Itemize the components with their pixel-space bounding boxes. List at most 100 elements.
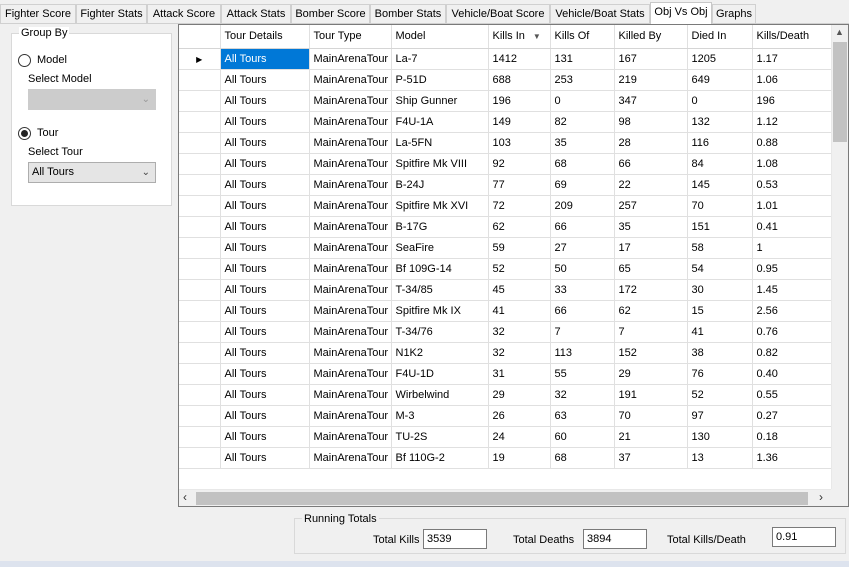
tour-radio[interactable] bbox=[18, 127, 31, 140]
table-cell[interactable]: MainArenaTour bbox=[309, 279, 392, 301]
table-cell[interactable]: 27 bbox=[550, 237, 615, 259]
tab-fighter-stats[interactable]: Fighter Stats bbox=[76, 4, 147, 23]
table-cell[interactable]: MainArenaTour bbox=[309, 426, 392, 448]
table-cell[interactable]: 38 bbox=[687, 342, 753, 364]
table-cell[interactable]: All Tours bbox=[220, 300, 310, 322]
total-kills-field[interactable]: 3539 bbox=[423, 529, 487, 549]
table-cell[interactable]: 1.01 bbox=[752, 195, 833, 217]
table-cell[interactable]: 45 bbox=[488, 279, 551, 301]
table-cell[interactable]: Bf 109G-14 bbox=[391, 258, 489, 280]
table-cell[interactable]: 7 bbox=[614, 321, 688, 343]
table-cell[interactable]: MainArenaTour bbox=[309, 90, 392, 112]
table-cell[interactable]: 130 bbox=[687, 426, 753, 448]
table-cell[interactable]: F4U-1D bbox=[391, 363, 489, 385]
table-cell[interactable]: SeaFire bbox=[391, 237, 489, 259]
table-cell[interactable]: 58 bbox=[687, 237, 753, 259]
table-cell[interactable]: 152 bbox=[614, 342, 688, 364]
table-row[interactable]: All Tours MainArenaTour Spitfire Mk XVI 72 2… bbox=[179, 195, 833, 217]
tab-fighter-score[interactable]: Fighter Score bbox=[0, 4, 76, 23]
table-cell[interactable]: 1.17 bbox=[752, 48, 833, 70]
table-cell[interactable]: 77 bbox=[488, 174, 551, 196]
tab-graphs[interactable]: Graphs bbox=[712, 4, 756, 23]
table-cell[interactable]: 29 bbox=[488, 384, 551, 406]
tour-radio-label[interactable]: Tour bbox=[37, 127, 58, 139]
column-header-tour-type[interactable]: Tour Type bbox=[309, 25, 392, 49]
table-cell[interactable]: 0.40 bbox=[752, 363, 833, 385]
table-cell[interactable]: 24 bbox=[488, 426, 551, 448]
table-cell[interactable]: All Tours bbox=[220, 405, 310, 427]
table-cell[interactable]: MainArenaTour bbox=[309, 363, 392, 385]
row-header[interactable] bbox=[179, 384, 221, 406]
table-cell[interactable]: All Tours bbox=[220, 174, 310, 196]
table-cell[interactable]: 32 bbox=[488, 321, 551, 343]
row-header[interactable] bbox=[179, 132, 221, 154]
vertical-scrollbar[interactable]: ▲ bbox=[831, 25, 848, 491]
vertical-scroll-thumb[interactable] bbox=[833, 42, 847, 142]
column-header-model[interactable]: Model bbox=[391, 25, 489, 49]
table-cell[interactable]: All Tours bbox=[220, 90, 310, 112]
table-cell[interactable]: All Tours bbox=[220, 48, 310, 70]
table-cell[interactable]: T-34/76 bbox=[391, 321, 489, 343]
table-cell[interactable]: MainArenaTour bbox=[309, 405, 392, 427]
table-cell[interactable]: MainArenaTour bbox=[309, 153, 392, 175]
column-header-kills-of[interactable]: Kills Of bbox=[550, 25, 615, 49]
table-cell[interactable]: B-17G bbox=[391, 216, 489, 238]
table-cell[interactable]: 66 bbox=[550, 216, 615, 238]
tab-obj-vs-obj[interactable]: Obj Vs Obj bbox=[650, 2, 712, 24]
table-cell[interactable]: 32 bbox=[488, 342, 551, 364]
table-cell[interactable]: Spitfire Mk IX bbox=[391, 300, 489, 322]
table-cell[interactable]: All Tours bbox=[220, 111, 310, 133]
table-row[interactable]: All Tours MainArenaTour B-17G 62 66 35 151 0.41 bbox=[179, 216, 833, 238]
table-cell[interactable]: 33 bbox=[550, 279, 615, 301]
table-cell[interactable]: 52 bbox=[488, 258, 551, 280]
row-header[interactable] bbox=[179, 342, 221, 364]
table-cell[interactable]: 69 bbox=[550, 174, 615, 196]
table-cell[interactable]: M-3 bbox=[391, 405, 489, 427]
table-cell[interactable]: 196 bbox=[752, 90, 833, 112]
table-cell[interactable]: 132 bbox=[687, 111, 753, 133]
scroll-right-icon[interactable]: › bbox=[819, 490, 823, 504]
table-cell[interactable]: 35 bbox=[550, 132, 615, 154]
row-header[interactable] bbox=[179, 405, 221, 427]
select-model-combo[interactable]: ⌄ bbox=[28, 89, 156, 110]
tab-bomber-score[interactable]: Bomber Score bbox=[291, 4, 370, 23]
table-cell[interactable]: MainArenaTour bbox=[309, 174, 392, 196]
table-cell[interactable]: La-5FN bbox=[391, 132, 489, 154]
table-cell[interactable]: 0 bbox=[687, 90, 753, 112]
column-header-killed-by[interactable]: Killed By bbox=[614, 25, 688, 49]
table-cell[interactable]: All Tours bbox=[220, 279, 310, 301]
select-tour-combo[interactable]: All Tours ⌄ bbox=[28, 162, 156, 183]
table-cell[interactable]: 0.95 bbox=[752, 258, 833, 280]
tab-bomber-stats[interactable]: Bomber Stats bbox=[370, 4, 446, 23]
total-deaths-field[interactable]: 3894 bbox=[583, 529, 647, 549]
horizontal-scrollbar[interactable]: ‹ › bbox=[179, 489, 831, 506]
table-cell[interactable]: 688 bbox=[488, 69, 551, 91]
table-cell[interactable]: All Tours bbox=[220, 258, 310, 280]
table-cell[interactable]: MainArenaTour bbox=[309, 216, 392, 238]
table-cell[interactable]: All Tours bbox=[220, 321, 310, 343]
table-cell[interactable]: Bf 110G-2 bbox=[391, 447, 489, 469]
table-cell[interactable]: 32 bbox=[550, 384, 615, 406]
tab-vehicle-boat-score[interactable]: Vehicle/Boat Score bbox=[446, 4, 550, 23]
table-cell[interactable]: 191 bbox=[614, 384, 688, 406]
table-cell[interactable]: 0.53 bbox=[752, 174, 833, 196]
table-cell[interactable]: P-51D bbox=[391, 69, 489, 91]
table-cell[interactable]: 66 bbox=[614, 153, 688, 175]
row-header[interactable] bbox=[179, 426, 221, 448]
table-cell[interactable]: 257 bbox=[614, 195, 688, 217]
table-cell[interactable]: 21 bbox=[614, 426, 688, 448]
table-cell[interactable]: 149 bbox=[488, 111, 551, 133]
table-cell[interactable]: 66 bbox=[550, 300, 615, 322]
table-cell[interactable]: 116 bbox=[687, 132, 753, 154]
table-cell[interactable]: N1K2 bbox=[391, 342, 489, 364]
table-cell[interactable]: 65 bbox=[614, 258, 688, 280]
table-cell[interactable]: 15 bbox=[687, 300, 753, 322]
table-cell[interactable]: 347 bbox=[614, 90, 688, 112]
row-header[interactable] bbox=[179, 216, 221, 238]
table-row[interactable]: ▶ All Tours MainArenaTour La-7 1412 131 167 120… bbox=[179, 48, 833, 70]
table-cell[interactable]: All Tours bbox=[220, 216, 310, 238]
table-row[interactable]: All Tours MainArenaTour La-5FN 103 35 28 116 0.… bbox=[179, 132, 833, 154]
table-cell[interactable]: 30 bbox=[687, 279, 753, 301]
model-radio-label[interactable]: Model bbox=[37, 54, 67, 66]
table-row[interactable]: All Tours MainArenaTour T-34/76 32 7 7 41 0.76 bbox=[179, 321, 833, 343]
